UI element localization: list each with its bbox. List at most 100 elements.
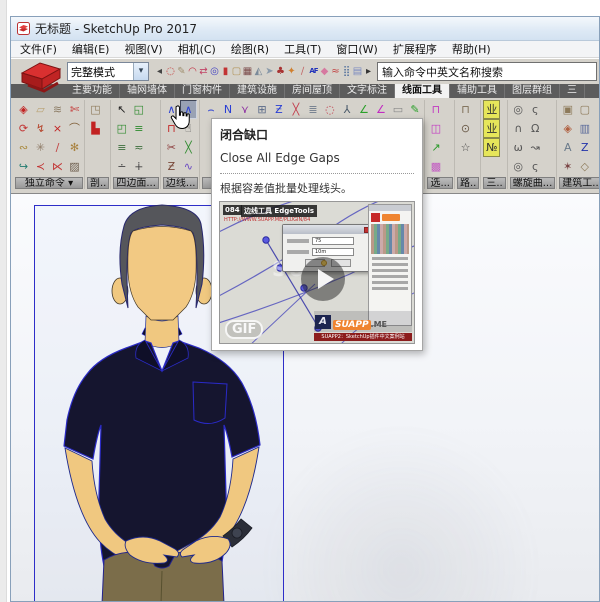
quad-convert-tool[interactable]: ◰ <box>113 119 130 138</box>
tab-8[interactable]: 图层群组 <box>505 84 560 98</box>
palette-icon[interactable]: ✦ <box>286 63 297 80</box>
yellow-tool-1[interactable]: 业 <box>483 100 500 119</box>
grid-icon[interactable]: ▦ <box>242 63 253 80</box>
box-frame-tool[interactable]: ▣ <box>559 100 576 119</box>
roof-tool[interactable]: ◈ <box>559 119 576 138</box>
select-arrow-tool[interactable]: ↖ <box>113 100 130 119</box>
spring-tool[interactable]: ∾ <box>15 138 32 157</box>
wave-tool[interactable]: ≋ <box>49 100 66 119</box>
arch-curve-tool[interactable]: ∩ <box>510 119 527 138</box>
tool-group-label-building-tools[interactable]: 建筑工... <box>559 177 600 189</box>
grid-cross-tool[interactable]: ⊞ <box>253 100 270 119</box>
section-box-tool[interactable]: ◳ <box>87 100 104 119</box>
tab-3[interactable]: 建筑设施 <box>230 84 285 98</box>
swap-icon[interactable]: ⇄ <box>198 63 209 80</box>
omega-curve-tool[interactable]: Ω <box>527 119 544 138</box>
tree-icon[interactable]: ♣ <box>275 63 286 80</box>
door-tool[interactable]: ⊓ <box>457 100 474 119</box>
tool-group-label-three-d-tools[interactable]: 三.. <box>483 177 505 189</box>
play-right-icon[interactable]: ▸ <box>363 63 374 80</box>
tool-group-label-selection-tools[interactable]: 选... <box>427 177 453 189</box>
delete-tool[interactable]: × <box>49 119 66 138</box>
diamond-icon[interactable]: ◆ <box>319 63 330 80</box>
tool-group-label-quad-face-tools[interactable]: 四边面... <box>113 177 159 189</box>
s-curve-tool[interactable]: ↝ <box>527 138 544 157</box>
page-icon[interactable]: ▤ <box>352 63 363 80</box>
spiral-icon[interactable]: ◎ <box>209 63 220 80</box>
spiral-tool[interactable]: ◎ <box>510 100 527 119</box>
tool-group-label-independent-commands[interactable]: 独立命令 ▾ <box>15 177 83 189</box>
tab-1[interactable]: 轴网墙体 <box>120 84 175 98</box>
tool-group-label-path-tools[interactable]: 路.. <box>457 177 479 189</box>
stack-tool[interactable]: ≣ <box>304 100 321 119</box>
z-stair-tool[interactable]: Z <box>576 138 593 157</box>
pencil-icon[interactable]: ∕ <box>297 63 308 80</box>
slash-tool[interactable]: ∕ <box>49 138 66 157</box>
menu-item-3[interactable]: 相机(C) <box>178 41 216 57</box>
curve-tool[interactable]: ≺ <box>32 157 49 176</box>
magenta-frame-tool[interactable]: ◫ <box>427 119 444 138</box>
z-edge-tool[interactable]: Ƶ <box>270 100 287 119</box>
nav-left-icon[interactable]: ◂ <box>154 63 165 80</box>
box-open-tool[interactable]: ▢ <box>576 100 593 119</box>
quad-face-tool[interactable]: ▱ <box>32 100 49 119</box>
green-arrow-tool[interactable]: ↗ <box>427 138 444 157</box>
c-curve-tool[interactable]: ς <box>527 100 544 119</box>
dashed-circle-tool[interactable]: ◌ <box>321 100 338 119</box>
arc-icon[interactable]: ◠ <box>187 63 198 80</box>
quad-green-tool[interactable]: ◱ <box>130 100 147 119</box>
wall-tool[interactable]: ▥ <box>576 119 593 138</box>
wave-curve-tool[interactable]: ∿ <box>180 157 197 176</box>
point-arrow-tool[interactable]: ↪ <box>15 157 32 176</box>
menu-item-0[interactable]: 文件(F) <box>20 41 57 57</box>
a-frame-tool[interactable]: A <box>559 138 576 157</box>
tool-group-label-edge-tools[interactable]: 边线... <box>163 177 199 189</box>
menu-item-5[interactable]: 工具(T) <box>284 41 321 57</box>
cross-red-tool[interactable]: ╳ <box>287 100 304 119</box>
add-lines-tool[interactable]: ≡ <box>113 138 130 157</box>
face-tool[interactable]: ◈ <box>15 100 32 119</box>
pencil-magenta-tool[interactable]: ∠ <box>372 100 389 119</box>
tab-6[interactable]: 线面工具 <box>395 84 450 98</box>
offset-circle-icon[interactable]: ◌ <box>165 63 176 80</box>
loop-lines-tool[interactable]: ≡ <box>130 119 147 138</box>
menu-item-7[interactable]: 扩展程序 <box>393 41 437 57</box>
curl-tool[interactable]: ς <box>527 157 544 176</box>
brush-icon[interactable]: ✎ <box>176 63 187 80</box>
menu-item-6[interactable]: 窗口(W) <box>336 41 377 57</box>
arc-handles-tool[interactable]: ⌢ <box>202 100 219 119</box>
yellow-tool-3[interactable]: № <box>483 138 500 157</box>
snap-tool[interactable]: ⋉ <box>49 157 66 176</box>
yellow-tool-2[interactable]: 业 <box>483 119 500 138</box>
cylinder-icon[interactable]: ▮ <box>220 63 231 80</box>
w-curve-tool[interactable]: ω <box>510 138 527 157</box>
z-curve-tool[interactable]: Ƶ <box>163 157 180 176</box>
tool-group-label-spiral-curve-tools[interactable]: 螺旋曲... <box>510 177 556 189</box>
vertex-tool[interactable]: ⋎ <box>236 100 253 119</box>
menu-item-4[interactable]: 绘图(R) <box>231 41 269 57</box>
arc-pick-tool[interactable]: ⌒ <box>66 119 83 138</box>
flip-tool[interactable]: ⟳ <box>15 119 32 138</box>
tool-group-label-section-tools[interactable]: 剖.. <box>87 177 109 189</box>
tab-4[interactable]: 房间屋顶 <box>285 84 340 98</box>
cut-red-tool[interactable]: ✄ <box>66 100 83 119</box>
section-corner-tool[interactable]: ▙ <box>87 119 104 138</box>
star-tool[interactable]: ☆ <box>457 138 474 157</box>
dot-grid-icon[interactable]: ⣿ <box>341 63 352 80</box>
rect-frame-tool[interactable]: ▭ <box>389 100 406 119</box>
spiral2-tool[interactable]: ◎ <box>510 157 527 176</box>
blob-icon[interactable]: ≈ <box>330 63 341 80</box>
burst-tool[interactable]: ✳ <box>32 138 49 157</box>
spider-tool[interactable]: ✶ <box>559 157 576 176</box>
menu-item-8[interactable]: 帮助(H) <box>452 41 491 57</box>
suapp-logo-icon[interactable] <box>14 59 66 99</box>
pencil-green-tool[interactable]: ∠ <box>355 100 372 119</box>
tree-branch-tool[interactable]: ⅄ <box>338 100 355 119</box>
box-icon[interactable]: ▢ <box>231 63 242 80</box>
remove-lines-tool[interactable]: ≂ <box>130 138 147 157</box>
plane-icon[interactable]: ➤ <box>264 63 275 80</box>
keyhole-tool[interactable]: ⊙ <box>457 119 474 138</box>
roll-tool[interactable]: ↯ <box>32 119 49 138</box>
command-search-input[interactable] <box>377 62 597 81</box>
hatch-tool[interactable]: ▨ <box>66 157 83 176</box>
